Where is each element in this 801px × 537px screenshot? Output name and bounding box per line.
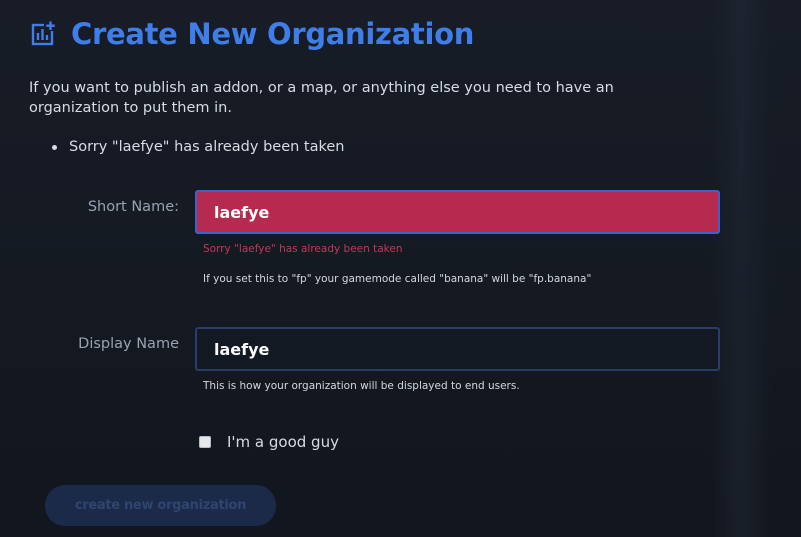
intro-text: If you want to publish an addon, or a ma… <box>29 80 614 116</box>
page-header: Create New Organization <box>30 16 474 52</box>
error-list-item: Sorry "laefye" has already been taken <box>69 139 345 155</box>
good-guy-label[interactable]: I'm a good guy <box>227 433 339 451</box>
create-organization-button[interactable]: create new organization <box>45 485 276 526</box>
display-name-input[interactable] <box>195 327 720 371</box>
short-name-help: If you set this to "fp" your gamemode ca… <box>203 273 592 285</box>
short-name-input[interactable] <box>195 190 720 234</box>
display-name-help: This is how your organization will be di… <box>203 380 520 392</box>
bullet-icon <box>52 144 57 150</box>
background-streak <box>711 0 771 537</box>
good-guy-checkbox[interactable] <box>199 436 211 448</box>
page-title: Create New Organization <box>71 17 475 51</box>
add-chart-icon <box>30 20 58 48</box>
short-name-error: Sorry "laefye" has already been taken <box>203 243 403 255</box>
short-name-label: Short Name: <box>87 199 179 215</box>
error-list: Sorry "laefye" has already been taken <box>29 139 344 155</box>
good-guy-checkbox-row[interactable]: I'm a good guy <box>199 433 339 451</box>
display-name-label: Display Name <box>78 336 179 352</box>
